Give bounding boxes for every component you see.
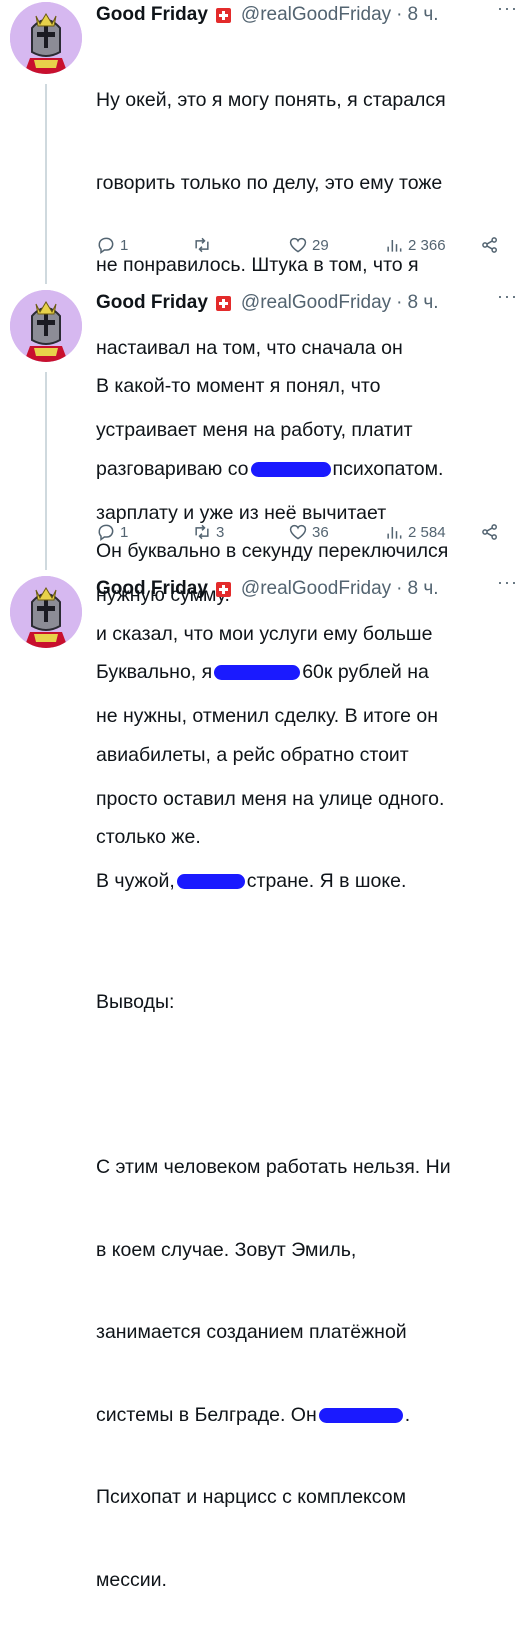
user-handle[interactable]: @realGoodFriday: [241, 578, 391, 600]
separator-dot: ·: [396, 4, 403, 25]
more-options-button[interactable]: ···: [497, 0, 518, 19]
like-icon: [289, 237, 307, 253]
separator-dot: ·: [396, 578, 403, 599]
display-name[interactable]: Good Friday: [96, 4, 208, 26]
tweet-text-fragment: разговариваю со: [96, 457, 249, 480]
like-button[interactable]: 36: [288, 522, 329, 542]
tweet-text: Буквально, я 60к рублей на авиабилеты, а …: [96, 604, 516, 1649]
separator-dot: ·: [396, 292, 403, 313]
tweet-actions: 1 29 2 366: [96, 233, 506, 257]
more-options-button[interactable]: ···: [497, 286, 518, 307]
tweet-header: Good Friday @realGoodFriday · 8 ч.: [96, 2, 439, 28]
tweet-text-line: разговариваю со психопатом.: [96, 456, 516, 484]
knight-helmet-avatar: [10, 2, 82, 74]
share-button[interactable]: [480, 235, 500, 255]
tweet[interactable]: Good Friday @realGoodFriday · 8 ч. ··· В…: [0, 286, 532, 892]
tweet[interactable]: Good Friday @realGoodFriday · 8 ч. ··· Б…: [0, 572, 532, 1591]
tweet-text-fragment: .: [404, 1403, 411, 1426]
tweet-text-spacer: [96, 907, 516, 935]
tweet-text-line: в коем случае. Зовут Эмиль,: [96, 1238, 357, 1261]
reply-icon: [98, 237, 114, 254]
views-count: 2 584: [408, 523, 446, 541]
knight-helmet-avatar: [10, 576, 82, 648]
knight-helmet-avatar: [10, 290, 82, 362]
tweet-header: Good Friday @realGoodFriday · 8 ч.: [96, 290, 439, 316]
tweet-text-fragment: 60к рублей на: [302, 661, 429, 683]
tweet-text-fragment: Буквально, я: [96, 661, 213, 683]
avatar[interactable]: [10, 290, 82, 362]
retweet-button[interactable]: 3: [192, 522, 224, 542]
reply-icon: [98, 524, 114, 541]
views-count: 2 366: [408, 236, 446, 254]
tweet-text-line: столько же.: [96, 826, 201, 848]
like-button[interactable]: 29: [288, 235, 329, 255]
redaction-mark: [250, 461, 331, 477]
avatar[interactable]: [10, 2, 82, 74]
timestamp[interactable]: 8 ч.: [407, 578, 438, 600]
share-button[interactable]: [480, 522, 500, 542]
tweet-actions: 1 3 36 2 584: [96, 520, 506, 544]
retweet-button[interactable]: [192, 235, 216, 255]
display-name[interactable]: Good Friday: [96, 578, 208, 600]
user-handle[interactable]: @realGoodFriday: [241, 4, 391, 26]
like-count: 29: [312, 236, 329, 254]
tweet-text-line: говорить только по делу, это ему тоже: [96, 171, 443, 194]
display-name[interactable]: Good Friday: [96, 292, 208, 314]
retweet-count: 3: [216, 523, 225, 541]
tweet-text-line: С этим человеком работать нельзя. Ни: [96, 1156, 451, 1178]
tweet-text-fragment: психопатом.: [332, 457, 444, 480]
redaction-mark: [214, 665, 301, 681]
timestamp[interactable]: 8 ч.: [407, 4, 438, 26]
tweet-text-line: авиабилеты, а рейс обратно стоит: [96, 743, 409, 766]
tweet-text-spacer: [96, 1072, 516, 1100]
views-button[interactable]: 2 366: [384, 235, 446, 255]
tweet-text-fragment: системы в Белграде. Он: [96, 1403, 317, 1426]
user-handle[interactable]: @realGoodFriday: [241, 292, 391, 314]
views-icon: [387, 240, 402, 252]
tweet-text-line: занимается созданием платёжной: [96, 1321, 407, 1343]
like-count: 36: [312, 523, 329, 541]
tweet-text-line: Буквально, я 60к рублей на: [96, 659, 516, 687]
redaction-mark: [318, 1407, 403, 1423]
reply-button[interactable]: 1: [96, 522, 128, 542]
swiss-flag-icon: [215, 7, 231, 23]
share-icon: [482, 524, 497, 540]
tweet-header: Good Friday @realGoodFriday · 8 ч.: [96, 576, 439, 602]
swiss-flag-icon: [215, 581, 231, 597]
retweet-icon: [195, 524, 209, 540]
share-icon: [482, 237, 497, 253]
reply-count: 1: [120, 523, 129, 541]
views-icon: [387, 527, 402, 539]
tweet-text-line: Выводы:: [96, 991, 175, 1013]
retweet-icon: [195, 237, 209, 253]
reply-button[interactable]: 1: [96, 235, 128, 255]
more-options-button[interactable]: ···: [497, 572, 518, 593]
tweet-text-line: В какой-то момент я понял, что: [96, 375, 381, 397]
swiss-flag-icon: [215, 295, 231, 311]
views-button[interactable]: 2 584: [384, 522, 446, 542]
tweet-text-line: системы в Белграде. Он.: [96, 1402, 516, 1430]
timestamp[interactable]: 8 ч.: [407, 292, 438, 314]
like-icon: [289, 524, 307, 540]
tweet-text-line: Психопат и нарцисс с комплексом: [96, 1486, 407, 1508]
avatar[interactable]: [10, 576, 82, 648]
reply-count: 1: [120, 236, 129, 254]
tweet-text-line: Ну окей, это я могу понять, я старался: [96, 89, 446, 111]
tweet-text-line: мессии.: [96, 1568, 167, 1591]
tweet[interactable]: Good Friday @realGoodFriday · 8 ч. ··· Н…: [0, 0, 532, 606]
